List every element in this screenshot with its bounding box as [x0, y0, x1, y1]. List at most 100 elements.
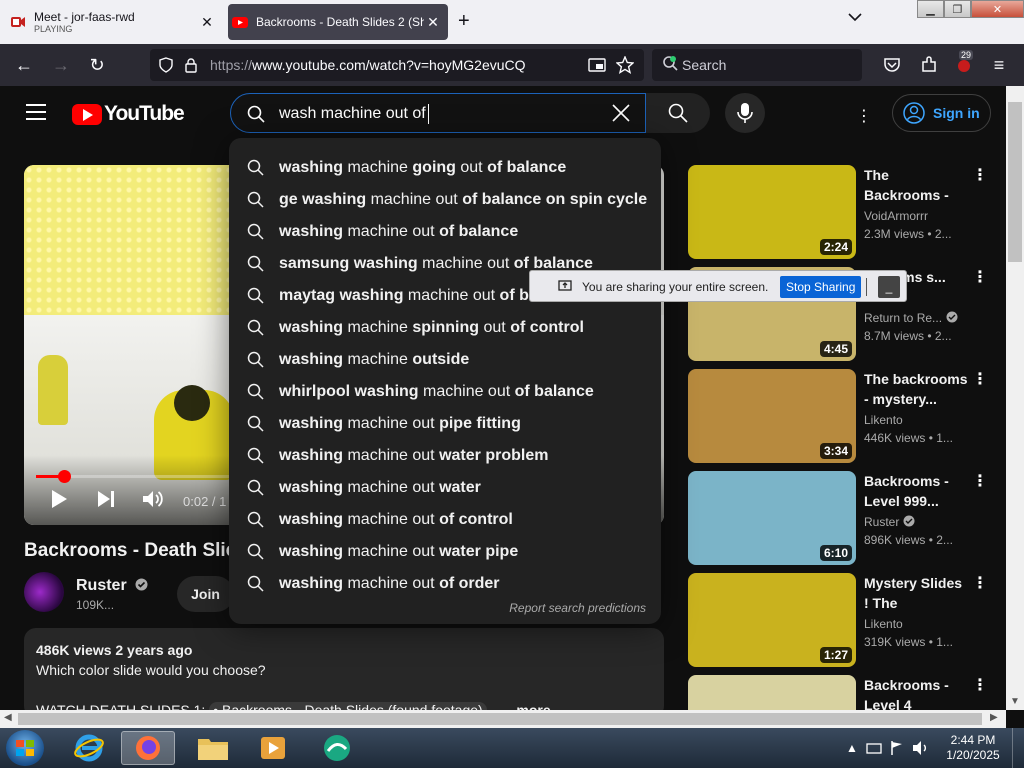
forward-icon[interactable]: → — [50, 54, 72, 76]
recommended-video-title[interactable]: Backrooms - Level 999... — [864, 471, 968, 511]
search-input[interactable]: wash machine out of — [230, 93, 646, 133]
clear-search-icon[interactable] — [611, 103, 631, 123]
volume-icon[interactable] — [142, 489, 164, 509]
back-icon[interactable]: ← — [13, 54, 35, 76]
progress-scrubber[interactable] — [57, 470, 71, 483]
join-button[interactable]: Join — [177, 576, 234, 612]
lock-icon[interactable] — [184, 57, 198, 73]
scrollbar-thumb[interactable] — [18, 713, 982, 725]
more-actions-icon[interactable]: ⋮ — [972, 267, 988, 287]
tab-youtube[interactable]: Backrooms - Death Slides 2 (Sh ✕ — [228, 4, 448, 40]
tab-meet[interactable]: Meet - jor-faas-rwd PLAYING ✕ — [6, 4, 222, 40]
recommended-video-title[interactable]: Backrooms - Level 4 “Office... — [864, 675, 968, 715]
recommended-video[interactable]: 3:34 The backrooms - mystery... Likento 446… — [688, 369, 1006, 465]
video-description[interactable]: 486K views 2 years ago Which color slide… — [24, 628, 664, 718]
search-button[interactable] — [646, 93, 710, 133]
video-thumbnail[interactable]: 6:10 — [688, 471, 856, 565]
search-suggestion[interactable]: washing machine out of control — [229, 504, 661, 536]
scroll-right-icon[interactable]: ▶ — [990, 712, 998, 723]
next-icon[interactable] — [96, 489, 116, 509]
scrollbar-thumb[interactable] — [1008, 102, 1022, 262]
stop-sharing-button[interactable]: Stop Sharing — [780, 276, 862, 298]
search-suggestion[interactable]: ge washing machine out of balance on spi… — [229, 184, 661, 216]
maximize-button[interactable]: ❐ — [944, 0, 971, 18]
more-actions-icon[interactable]: ⋮ — [972, 165, 988, 185]
recommended-video-title[interactable]: The backrooms - mystery... — [864, 369, 968, 409]
browser-toolbar: ← → ↻ https://www.youtube.com/watch?v=ho… — [0, 44, 1024, 86]
file-explorer-icon[interactable] — [186, 731, 240, 765]
app-taskbar-icon[interactable] — [310, 731, 364, 765]
scroll-down-icon[interactable]: ▼ — [1010, 696, 1020, 707]
close-tab-icon[interactable]: ✕ — [198, 14, 216, 31]
search-suggestion[interactable]: whirlpool washing machine out of balance — [229, 376, 661, 408]
recommended-channel-name[interactable]: VoidArmorrr — [864, 209, 928, 223]
scroll-left-icon[interactable]: ◀ — [4, 712, 12, 723]
search-suggestion[interactable]: washing machine out pipe fitting — [229, 408, 661, 440]
recommended-channel-name[interactable]: Return to Re... — [864, 311, 958, 325]
account-icon — [903, 102, 925, 124]
search-suggestion[interactable]: washing machine outside — [229, 344, 661, 376]
play-icon[interactable] — [50, 489, 68, 509]
settings-more-icon[interactable]: ⋮ — [856, 106, 872, 126]
more-actions-icon[interactable]: ⋮ — [972, 675, 988, 695]
recommended-channel-name[interactable]: Likento — [864, 413, 903, 427]
show-hidden-icons[interactable]: ▲ — [846, 741, 858, 755]
bookmark-star-icon[interactable] — [616, 56, 634, 74]
browser-search-field[interactable]: Search — [652, 49, 862, 81]
system-clock[interactable]: 2:44 PM 1/20/2025 — [944, 733, 1002, 763]
chevron-down-icon[interactable] — [848, 12, 862, 22]
reload-icon[interactable]: ↻ — [86, 54, 108, 76]
channel-avatar[interactable] — [24, 572, 64, 612]
hide-share-bar-button[interactable]: _ — [878, 276, 900, 298]
more-actions-icon[interactable]: ⋮ — [972, 471, 988, 491]
media-player-icon[interactable] — [246, 731, 300, 765]
more-actions-icon[interactable]: ⋮ — [972, 573, 988, 593]
search-suggestion[interactable]: washing machine out water problem — [229, 440, 661, 472]
search-suggestion[interactable]: washing machine out water — [229, 472, 661, 504]
video-thumbnail[interactable]: 3:34 — [688, 369, 856, 463]
recommended-channel-name[interactable]: Ruster — [864, 515, 915, 529]
video-thumbnail[interactable]: 2:24 — [688, 165, 856, 259]
picture-in-picture-icon[interactable] — [588, 57, 606, 73]
voice-search-button[interactable] — [725, 93, 765, 133]
menu-icon[interactable] — [26, 104, 46, 120]
channel-name[interactable]: Ruster — [76, 577, 148, 595]
report-predictions-link[interactable]: Report search predictions — [509, 601, 646, 615]
recommended-video[interactable]: 6:10 Backrooms - Level 999... Ruster 896K v… — [688, 471, 1006, 567]
firefox-taskbar-icon[interactable] — [121, 731, 175, 765]
shield-icon[interactable] — [158, 57, 174, 73]
volume-icon[interactable] — [912, 740, 930, 756]
internet-explorer-icon[interactable] — [62, 731, 116, 765]
close-tab-icon[interactable]: ✕ — [424, 14, 442, 31]
horizontal-scrollbar[interactable]: ◀ ▶ — [0, 710, 1006, 728]
extension-count-badge: 29 — [959, 50, 974, 60]
search-suggestion[interactable]: washing machine out water pipe — [229, 536, 661, 568]
search-suggestion[interactable]: washing machine out of order — [229, 568, 661, 600]
recommended-video[interactable]: 1:27 Mystery Slides ! The Backrooms Likent… — [688, 573, 1006, 669]
new-tab-button[interactable]: + — [458, 10, 470, 33]
search-suggestion[interactable]: washing machine spinning out of control — [229, 312, 661, 344]
show-desktop-button[interactable] — [1012, 728, 1024, 768]
recommended-channel-name[interactable]: Likento — [864, 617, 903, 631]
search-suggestion[interactable]: washing machine going out of balance — [229, 152, 661, 184]
close-window-button[interactable]: ✕ — [971, 0, 1024, 18]
pocket-icon[interactable] — [883, 57, 901, 73]
recommended-video-title[interactable]: The Backrooms - Water Slides... — [864, 165, 968, 205]
recommended-video-title[interactable]: Mystery Slides ! The Backrooms — [864, 573, 968, 613]
recommended-video[interactable]: 2:24 The Backrooms - Water Slides... VoidA… — [688, 165, 1006, 261]
extensions-icon[interactable] — [920, 56, 938, 74]
more-actions-icon[interactable]: ⋮ — [972, 369, 988, 389]
search-suggestion[interactable]: washing machine out of balance — [229, 216, 661, 248]
menu-icon[interactable]: ≡ — [988, 54, 1010, 76]
youtube-logo[interactable]: YouTube — [72, 102, 185, 126]
vertical-scrollbar[interactable] — [1006, 86, 1024, 710]
flag-icon[interactable] — [890, 740, 904, 756]
search-placeholder: Search — [682, 57, 727, 73]
action-center-icon[interactable] — [866, 740, 882, 756]
minimize-button[interactable]: ▁ — [917, 0, 944, 18]
url-bar[interactable]: https://www.youtube.com/watch?v=hoyMG2ev… — [150, 49, 644, 81]
video-thumbnail[interactable]: 1:27 — [688, 573, 856, 667]
sign-in-button[interactable]: Sign in — [892, 94, 991, 132]
start-button[interactable] — [6, 730, 44, 766]
suggestion-text: ge washing machine out of balance on spi… — [279, 191, 648, 208]
